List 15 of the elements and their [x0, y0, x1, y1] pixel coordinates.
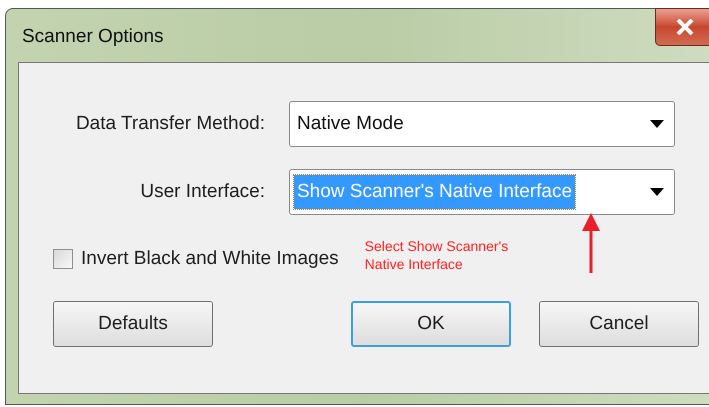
field-label: Data Transfer Method:: [74, 112, 266, 136]
arrow-icon: [582, 213, 600, 275]
caret-icon: [650, 188, 664, 196]
annotation-text: Select Show Scanner's Native Interface: [364, 237, 508, 273]
checkbox-label: Invert Black and White Images: [81, 247, 339, 271]
window-title: Scanner Options: [22, 25, 164, 50]
dialog-button[interactable]: OK: [351, 301, 511, 347]
dialog-button[interactable]: Defaults: [53, 301, 213, 347]
close-icon: [676, 19, 694, 35]
field-label: User Interface:: [139, 180, 266, 204]
caret-icon: [650, 120, 664, 128]
close-button[interactable]: [655, 8, 709, 46]
checkbox[interactable]: [53, 249, 73, 270]
dropdown[interactable]: Native Mode: [289, 101, 675, 147]
dialog-button[interactable]: Cancel: [539, 301, 699, 347]
